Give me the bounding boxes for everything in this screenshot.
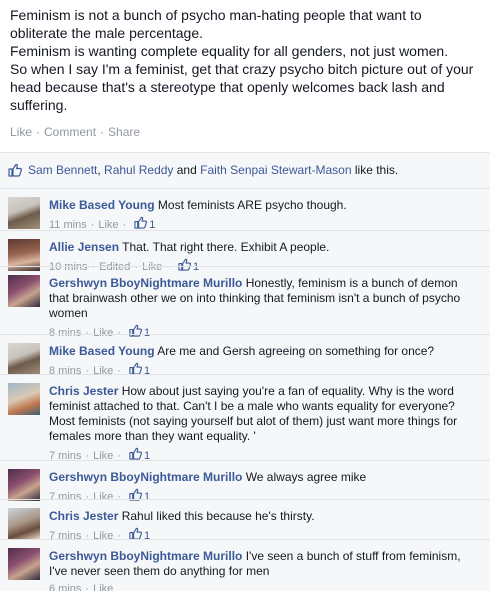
- post-body: Feminism is not a bunch of psycho man-ha…: [0, 0, 490, 114]
- comment-row: Mike Based Young Most feminists ARE psyc…: [0, 189, 490, 234]
- avatar[interactable]: [8, 197, 40, 229]
- comment-content: Gershwyn BboyNightmare Murillo I've seen…: [49, 540, 478, 591]
- liker-name[interactable]: Faith Senpai Stewart-Mason: [200, 163, 351, 177]
- likes-summary: Sam Bennett, Rahul Reddy and Faith Senpa…: [0, 153, 490, 189]
- post-text-line: So when I say I'm a feminist, get that c…: [10, 61, 474, 77]
- comment-row: Gershwyn BboyNightmare Murillo Honestly,…: [0, 266, 490, 342]
- comment-content: Chris Jester How about just saying you'r…: [49, 375, 478, 465]
- post-text-line: Feminism is wanting complete equality fo…: [10, 43, 449, 59]
- post-text-line: head because that's a stereotype that op…: [10, 79, 445, 95]
- comment-timestamp[interactable]: 6 mins: [49, 582, 81, 591]
- post-like-link[interactable]: Like: [10, 125, 32, 139]
- post-share-link[interactable]: Share: [108, 125, 140, 139]
- post-text-line: obliterate the male percentage.: [10, 25, 204, 41]
- comment-row: Gershwyn BboyNightmare Murillo I've seen…: [0, 539, 490, 591]
- comment-author[interactable]: Gershwyn BboyNightmare Murillo: [49, 549, 242, 563]
- comment-author[interactable]: Allie Jensen: [49, 240, 119, 254]
- comment-text: That. That right there. Exhibit A people…: [119, 240, 330, 254]
- avatar[interactable]: [8, 383, 40, 415]
- comment-author[interactable]: Gershwyn BboyNightmare Murillo: [49, 470, 242, 484]
- avatar[interactable]: [8, 343, 40, 375]
- likes-suffix: like this.: [351, 163, 399, 177]
- comment-author[interactable]: Chris Jester: [49, 509, 118, 523]
- comment-meta: 6 mins · Like: [49, 582, 478, 591]
- avatar[interactable]: [8, 548, 40, 580]
- comment-text: Are me and Gersh agreeing on something f…: [154, 344, 435, 358]
- post-text-line: Feminism is not a bunch of psycho man-ha…: [10, 7, 422, 23]
- comment-text: Rahul liked this because he's thirsty.: [118, 509, 315, 523]
- thumbs-up-icon: [8, 163, 22, 180]
- comment-like-link[interactable]: Like: [93, 582, 113, 591]
- comment-author[interactable]: Mike Based Young: [49, 344, 155, 358]
- liker-name[interactable]: Sam Bennett: [28, 163, 97, 177]
- separator-dot: ·: [85, 583, 90, 591]
- comment-author[interactable]: Mike Based Young: [49, 198, 155, 212]
- post-text-line: suffering.: [10, 97, 68, 113]
- post-comment-link[interactable]: Comment: [44, 125, 96, 139]
- liker-name[interactable]: Rahul Reddy: [104, 163, 173, 177]
- comment-text: Most feminists ARE psycho though.: [154, 198, 347, 212]
- post-actions: Like · Comment · Share: [0, 114, 490, 149]
- comment-row: Chris Jester How about just saying you'r…: [0, 374, 490, 465]
- separator-dot: ·: [36, 125, 41, 139]
- comment-author[interactable]: Chris Jester: [49, 384, 118, 398]
- likes-separator: and: [173, 163, 201, 177]
- comment-content: Mike Based Young Most feminists ARE psyc…: [49, 189, 478, 234]
- avatar[interactable]: [8, 508, 40, 540]
- avatar[interactable]: [8, 275, 40, 307]
- avatar[interactable]: [8, 469, 40, 501]
- comment-text: We always agree mike: [242, 470, 367, 484]
- separator-dot: ·: [100, 125, 105, 139]
- comment-content: Gershwyn BboyNightmare Murillo Honestly,…: [49, 267, 478, 342]
- comment-author[interactable]: Gershwyn BboyNightmare Murillo: [49, 276, 242, 290]
- feedback-section: Sam Bennett, Rahul Reddy and Faith Senpa…: [0, 152, 490, 591]
